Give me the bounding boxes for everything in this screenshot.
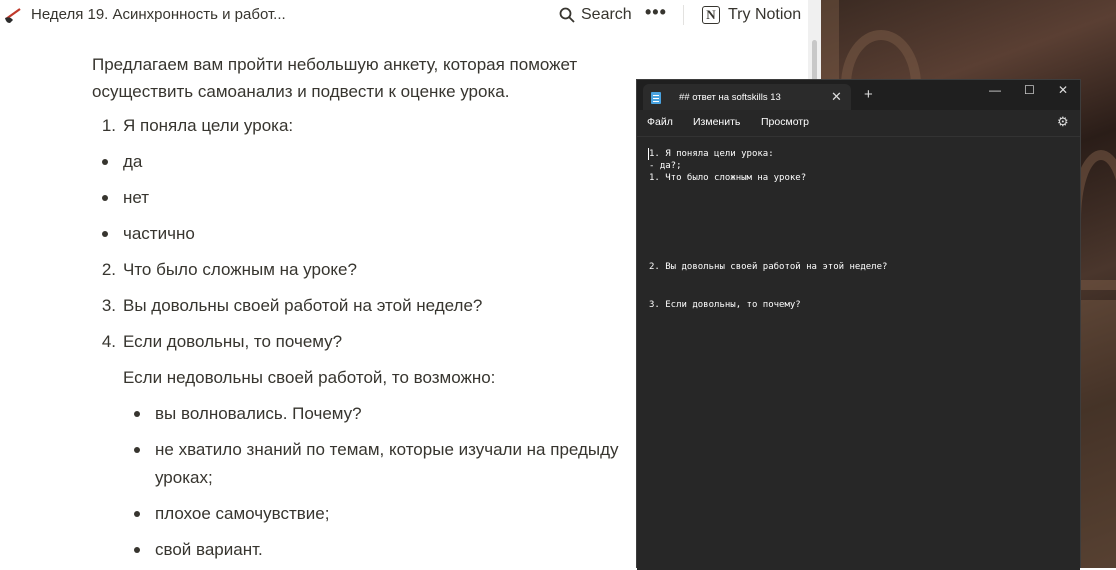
list-number: 1.: [101, 116, 116, 135]
building-column: [1081, 300, 1116, 568]
menu-edit[interactable]: Изменить: [693, 116, 740, 128]
sub-list-item-text-wrap: уроках;: [155, 468, 213, 487]
search-button[interactable]: Search: [559, 3, 632, 27]
sub-list-item-text: вы волновались. Почему?: [155, 404, 362, 423]
sub-list-item-text: плохое самочувствие;: [155, 504, 330, 523]
menu-view[interactable]: Просмотр: [761, 116, 809, 128]
list-item-text: нет: [123, 188, 150, 207]
editor-line: 1. Что было сложным на уроке?: [649, 173, 807, 183]
search-icon: [559, 7, 575, 23]
list-item-text: Если довольны, то почему?: [123, 332, 343, 351]
bullet-dot: [134, 511, 140, 517]
search-label: Search: [581, 6, 632, 23]
list-item-text: Что было сложным на уроке?: [123, 260, 357, 279]
close-window-icon[interactable]: ✕: [1058, 83, 1068, 97]
notepad-text-area[interactable]: 1. Я поняла цели урока: - да?; 1. Что бы…: [637, 136, 1080, 570]
list-number: 3.: [101, 296, 116, 315]
notepad-titlebar[interactable]: ## ответ на softskills 13 ✕ + — ☐ ✕: [637, 80, 1080, 110]
try-notion-label: Try Notion: [728, 6, 802, 23]
notion-logo-icon: N: [702, 6, 720, 24]
editor-line: 2. Вы довольны своей работой на этой нед…: [649, 262, 888, 272]
list-number: 2.: [101, 260, 116, 279]
divider: [683, 5, 684, 25]
sub-list-item-text: свой вариант.: [155, 540, 263, 559]
editor-line: 3. Если довольны, то почему?: [649, 300, 801, 310]
bullet-dot: [102, 195, 108, 201]
bullet-dot: [134, 411, 140, 417]
page-title[interactable]: Неделя 19. Асинхронность и работ...: [31, 6, 286, 23]
new-tab-icon[interactable]: +: [864, 86, 873, 103]
bullet-dot: [134, 547, 140, 553]
settings-gear-icon[interactable]: ⚙: [1057, 114, 1069, 130]
list-item-text: Вы довольны своей работой на этой неделе…: [123, 296, 483, 315]
text-cursor: [648, 148, 649, 160]
notepad-tab[interactable]: ## ответ на softskills 13 ✕: [643, 84, 851, 110]
notepad-window: ## ответ на softskills 13 ✕ + — ☐ ✕ Файл…: [636, 79, 1081, 570]
notepad-menubar: Файл Изменить Просмотр ⚙: [637, 110, 1080, 136]
editor-line: 1. Я поняла цели урока:: [649, 149, 774, 159]
list-item-text: Я поняла цели урока:: [123, 116, 294, 135]
notion-topbar: Неделя 19. Асинхронность и работ... Sear…: [0, 0, 808, 30]
try-notion-button[interactable]: N Try Notion: [702, 3, 801, 27]
maximize-icon[interactable]: ☐: [1024, 83, 1035, 97]
minimize-icon[interactable]: —: [989, 83, 1001, 97]
list-number: 4.: [101, 332, 116, 351]
broom-page-icon: [5, 8, 21, 23]
list-item-text: да: [123, 152, 143, 171]
sub-intro: Если недовольны своей работой, то возмож…: [123, 368, 496, 387]
bullet-dot: [102, 159, 108, 165]
more-options-button[interactable]: •••: [645, 2, 667, 23]
editor-line: - да?;: [649, 161, 682, 171]
tab-title: ## ответ на softskills 13: [679, 92, 781, 103]
tab-close-icon[interactable]: ✕: [831, 89, 842, 105]
bullet-dot: [102, 231, 108, 237]
sub-list-item-text: не хватило знаний по темам, которые изуч…: [155, 440, 619, 459]
bullet-dot: [134, 447, 140, 453]
intro-paragraph: Предлагаем вам пройти небольшую анкету, …: [92, 55, 578, 101]
menu-file[interactable]: Файл: [647, 116, 673, 128]
notepad-app-icon: [651, 92, 661, 104]
list-item-text: частично: [123, 224, 195, 243]
